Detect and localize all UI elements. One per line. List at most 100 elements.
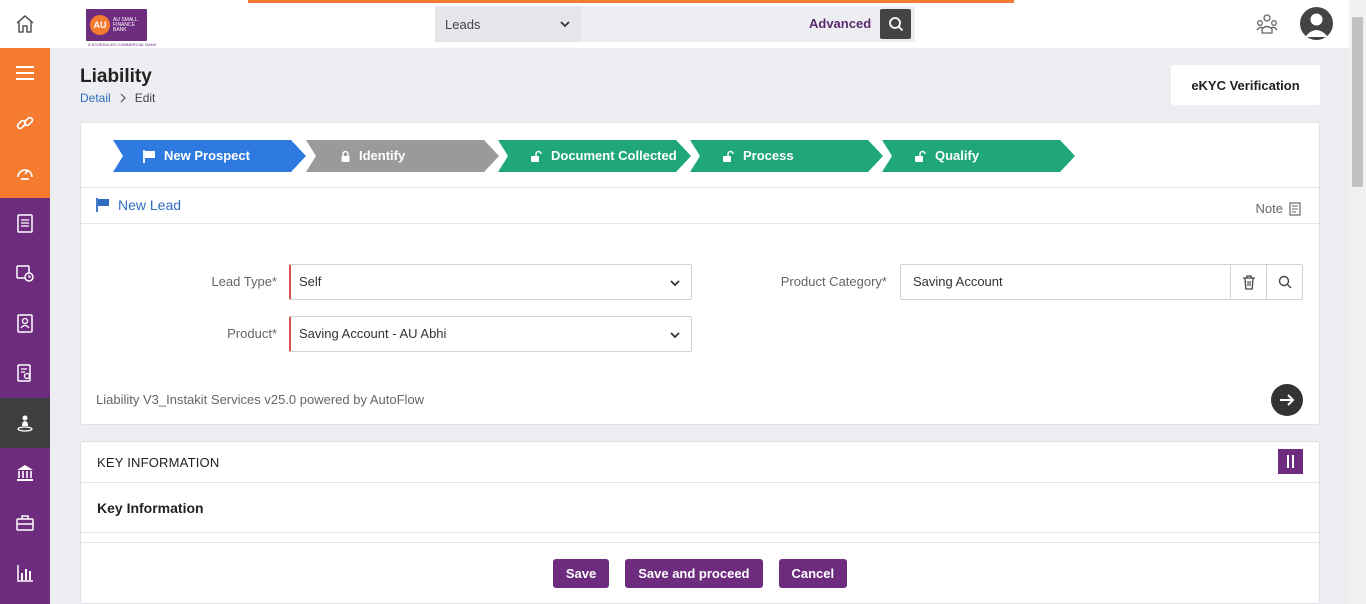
divider xyxy=(81,187,1319,188)
collapse-section-button[interactable] xyxy=(1278,449,1303,474)
user-avatar-icon xyxy=(1305,13,1328,37)
step-qualify[interactable]: Qualify xyxy=(882,140,1075,172)
section-title: New Lead xyxy=(96,197,181,213)
key-information-header: KEY INFORMATION xyxy=(97,455,220,470)
chevron-right-icon xyxy=(120,93,126,103)
note-button[interactable]: Note xyxy=(1256,201,1301,216)
cancel-button[interactable]: Cancel xyxy=(778,559,848,588)
bar-chart-icon xyxy=(17,565,33,582)
search-product-category-button[interactable] xyxy=(1266,265,1302,299)
product-label: Product* xyxy=(227,326,277,341)
chevron-down-icon xyxy=(670,332,680,339)
product-category-label: Product Category* xyxy=(780,274,887,289)
sidebar-item-documents[interactable] xyxy=(0,348,50,398)
product-value: Saving Account - AU Abhi xyxy=(299,326,447,341)
global-search: Leads Advanced xyxy=(435,6,915,42)
key-information-card: KEY INFORMATION Key Information Save Sav… xyxy=(80,441,1320,604)
chevron-down-icon xyxy=(670,280,680,287)
top-bar: AU AU SMALL FINANCE BANK A SCHEDULED COM… xyxy=(0,0,1366,48)
powered-by-text: Liability V3_Instakit Services v25.0 pow… xyxy=(96,392,425,407)
bank-icon xyxy=(17,465,33,481)
sidebar-item-links[interactable] xyxy=(0,98,50,148)
home-button[interactable] xyxy=(0,0,50,48)
dashboard-gauge-icon xyxy=(17,169,33,180)
ekyc-verification-button[interactable]: eKYC Verification xyxy=(1171,65,1320,105)
breadcrumb-edit: Edit xyxy=(134,91,156,105)
step-label: Document Collected xyxy=(530,140,677,172)
menu-icon xyxy=(16,66,34,80)
step-process[interactable]: Process xyxy=(690,140,883,172)
step-label: Identify xyxy=(340,140,405,172)
search-scope-value: Leads xyxy=(445,16,481,32)
user-avatar[interactable] xyxy=(1300,7,1333,40)
unlock-icon xyxy=(915,150,926,162)
product-select[interactable]: Saving Account - AU Abhi xyxy=(289,316,692,352)
trash-icon xyxy=(1242,274,1255,290)
clear-product-category-button[interactable] xyxy=(1230,265,1266,299)
sidebar-item-calendar[interactable] xyxy=(0,248,50,298)
product-category-lookup: Saving Account xyxy=(900,264,1303,300)
breadcrumb-detail-link[interactable]: Detail xyxy=(80,91,111,105)
chevron-down-icon xyxy=(560,21,570,28)
step-label: Process xyxy=(722,140,794,172)
collapse-bar xyxy=(1287,455,1289,468)
key-information-subtitle: Key Information xyxy=(97,500,204,516)
save-button[interactable]: Save xyxy=(552,559,610,588)
briefcase-icon xyxy=(16,515,34,531)
flag-icon xyxy=(96,198,109,212)
collapse-bar xyxy=(1292,455,1294,468)
logo-text: AU SMALL FINANCE BANK xyxy=(113,16,138,33)
section-title-text: New Lead xyxy=(118,197,182,213)
save-and-proceed-button[interactable]: Save and proceed xyxy=(625,559,763,588)
contact-book-icon xyxy=(17,314,33,333)
divider xyxy=(81,542,1319,543)
lock-icon xyxy=(341,150,350,162)
sidebar-item-contacts[interactable] xyxy=(0,298,50,348)
document-search-icon xyxy=(17,364,31,382)
advanced-search-link[interactable]: Advanced xyxy=(809,6,871,42)
form-actions: Save Save and proceed Cancel xyxy=(81,559,1319,588)
step-new-prospect[interactable]: New Prospect xyxy=(113,140,306,172)
divider xyxy=(81,532,1319,533)
bank-logo[interactable]: AU AU SMALL FINANCE BANK A SCHEDULED COM… xyxy=(86,9,156,47)
step-text: Document Collected xyxy=(551,148,677,163)
breadcrumb: Detail Edit xyxy=(80,91,155,105)
lead-type-label: Lead Type* xyxy=(211,274,277,289)
lead-form-card: New Prospect Identify Document Collected… xyxy=(80,122,1320,425)
step-text: Qualify xyxy=(935,148,980,163)
sidebar-item-tasks[interactable] xyxy=(0,198,50,248)
logo-mark: AU xyxy=(90,15,110,35)
sidebar xyxy=(0,48,50,604)
search-button[interactable] xyxy=(880,9,911,39)
lead-type-select[interactable]: Self xyxy=(289,264,692,300)
search-icon xyxy=(1278,275,1291,289)
sidebar-item-dashboard[interactable] xyxy=(0,148,50,198)
step-document-collected[interactable]: Document Collected xyxy=(498,140,691,172)
people-network-icon[interactable] xyxy=(1255,12,1279,39)
link-icon xyxy=(16,116,34,130)
step-text: Process xyxy=(743,148,794,163)
search-icon xyxy=(888,17,903,32)
divider xyxy=(81,223,1319,224)
flag-icon xyxy=(143,149,155,163)
product-category-value: Saving Account xyxy=(913,274,1003,289)
next-button[interactable] xyxy=(1271,384,1303,416)
step-identify[interactable]: Identify xyxy=(306,140,499,172)
person-pin-icon xyxy=(17,415,33,432)
note-label: Note xyxy=(1255,201,1283,216)
sidebar-item-portfolio[interactable] xyxy=(0,498,50,548)
sidebar-item-leads[interactable] xyxy=(0,398,50,448)
page-title: Liability xyxy=(80,66,152,87)
search-scope-select[interactable]: Leads xyxy=(435,6,581,42)
loading-progress-bar xyxy=(248,0,1014,3)
sidebar-item-bank[interactable] xyxy=(0,448,50,498)
scrollbar-thumb[interactable] xyxy=(1352,17,1363,187)
unlock-icon xyxy=(531,150,542,162)
step-text: New Prospect xyxy=(164,148,250,163)
clipboard-list-icon xyxy=(17,214,33,233)
calendar-clock-icon xyxy=(16,265,34,282)
note-icon xyxy=(1289,201,1301,216)
page-scrollbar[interactable] xyxy=(1349,0,1366,604)
sidebar-item-reports[interactable] xyxy=(0,548,50,598)
sidebar-menu-toggle[interactable] xyxy=(0,48,50,98)
